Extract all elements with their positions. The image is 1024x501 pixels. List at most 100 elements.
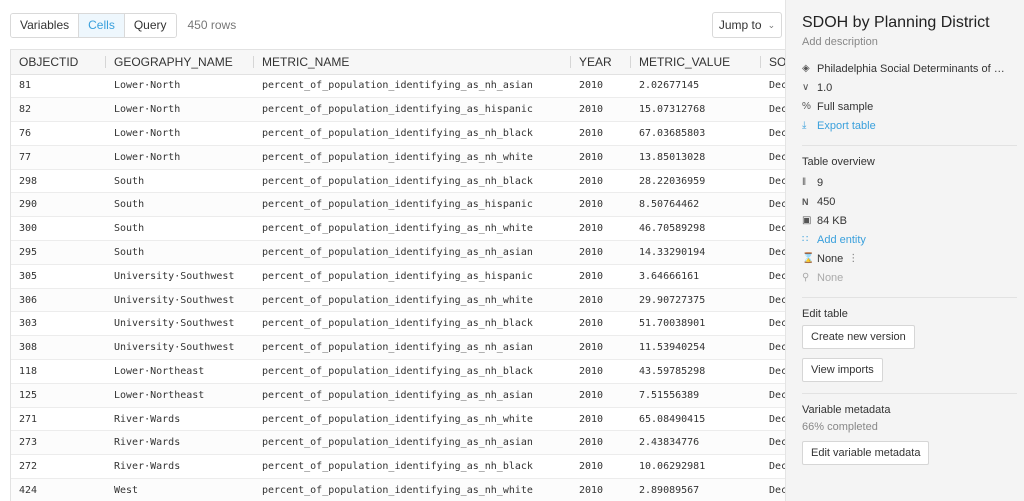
table-cell[interactable]: River·Wards <box>106 430 254 456</box>
table-cell[interactable]: 273 <box>11 430 106 456</box>
table-cell[interactable]: Dec <box>761 97 785 123</box>
table-cell[interactable]: 8.50764462 <box>631 192 761 218</box>
more-options-icon[interactable]: ⋮ <box>848 253 858 264</box>
table-cell[interactable]: 306 <box>11 288 106 313</box>
table-cell[interactable]: percent_of_population_identifying_as_nh_… <box>254 430 571 456</box>
table-cell[interactable]: 2010 <box>571 216 631 242</box>
jump-to-button[interactable]: Jump to ⌄ <box>712 12 782 38</box>
table-cell[interactable]: 51.70038901 <box>631 311 761 337</box>
table-cell[interactable]: 2.43834776 <box>631 430 761 456</box>
table-cell[interactable]: 81 <box>11 74 106 99</box>
table-cell[interactable]: 298 <box>11 169 106 194</box>
table-cell[interactable]: 2010 <box>571 430 631 456</box>
table-cell[interactable]: Lower·Northeast <box>106 383 254 408</box>
column-header[interactable]: OBJECTID <box>11 50 106 75</box>
table-cell[interactable]: 424 <box>11 478 106 501</box>
table-cell[interactable]: 10.06292981 <box>631 454 761 480</box>
table-cell[interactable]: Dec <box>761 288 785 313</box>
table-cell[interactable]: percent_of_population_identifying_as_nh_… <box>254 454 571 480</box>
table-cell[interactable]: percent_of_population_identifying_as_nh_… <box>254 359 571 384</box>
table-cell[interactable]: 2010 <box>571 478 631 501</box>
table-cell[interactable]: 2010 <box>571 145 631 170</box>
table-cell[interactable]: 11.53940254 <box>631 335 761 361</box>
table-cell[interactable]: South <box>106 240 254 265</box>
table-cell[interactable]: West <box>106 478 254 501</box>
table-cell[interactable]: 303 <box>11 311 106 337</box>
table-cell[interactable]: 2.02677145 <box>631 74 761 99</box>
table-cell[interactable]: Dec <box>761 311 785 337</box>
table-cell[interactable]: Dec <box>761 240 785 265</box>
table-cell[interactable]: Dec <box>761 359 785 384</box>
table-cell[interactable]: 2010 <box>571 383 631 408</box>
table-cell[interactable]: 2010 <box>571 288 631 313</box>
table-cell[interactable]: Dec <box>761 407 785 432</box>
column-header[interactable]: METRIC_VALUE <box>631 50 761 75</box>
table-cell[interactable]: percent_of_population_identifying_as_nh_… <box>254 121 571 146</box>
table-cell[interactable]: 2010 <box>571 97 631 123</box>
table-cell[interactable]: 118 <box>11 359 106 384</box>
table-cell[interactable]: 2010 <box>571 240 631 265</box>
table-cell[interactable]: Dec <box>761 430 785 456</box>
table-cell[interactable]: percent_of_population_identifying_as_nh_… <box>254 216 571 242</box>
table-cell[interactable]: percent_of_population_identifying_as_nh_… <box>254 407 571 432</box>
table-cell[interactable]: University·Southwest <box>106 264 254 289</box>
table-cell[interactable]: 2010 <box>571 169 631 194</box>
table-cell[interactable]: 2010 <box>571 454 631 480</box>
view-imports-button[interactable]: View imports <box>802 358 883 382</box>
table-cell[interactable]: 15.07312768 <box>631 97 761 123</box>
tab-variables[interactable]: Variables <box>11 13 80 37</box>
table-cell[interactable]: Dec <box>761 383 785 408</box>
column-header[interactable]: METRIC_NAME <box>254 50 571 75</box>
table-cell[interactable]: percent_of_population_identifying_as_nh_… <box>254 145 571 170</box>
dataset-link[interactable]: ◈ Philadelphia Social Determinants of … <box>802 59 1017 78</box>
table-cell[interactable]: 2010 <box>571 359 631 384</box>
table-cell[interactable]: 272 <box>11 454 106 480</box>
table-cell[interactable]: 2010 <box>571 264 631 289</box>
table-cell[interactable]: Dec <box>761 454 785 480</box>
table-cell[interactable]: percent_of_population_identifying_as_his… <box>254 192 571 218</box>
column-header[interactable]: SO <box>761 50 785 75</box>
table-cell[interactable]: Dec <box>761 478 785 501</box>
table-cell[interactable]: 2010 <box>571 335 631 361</box>
table-cell[interactable]: Lower·North <box>106 74 254 99</box>
table-cell[interactable]: Lower·North <box>106 121 254 146</box>
table-cell[interactable]: Dec <box>761 192 785 218</box>
table-cell[interactable]: percent_of_population_identifying_as_nh_… <box>254 288 571 313</box>
add-entity-link[interactable]: ∷ Add entity <box>802 230 1017 249</box>
table-cell[interactable]: 290 <box>11 192 106 218</box>
table-cell[interactable]: 65.08490415 <box>631 407 761 432</box>
table-cell[interactable]: 14.33290194 <box>631 240 761 265</box>
table-cell[interactable]: 2010 <box>571 121 631 146</box>
create-new-version-button[interactable]: Create new version <box>802 325 915 349</box>
table-cell[interactable]: Lower·Northeast <box>106 359 254 384</box>
edit-variable-metadata-button[interactable]: Edit variable metadata <box>802 441 930 465</box>
table-cell[interactable]: 2010 <box>571 74 631 99</box>
table-cell[interactable]: River·Wards <box>106 407 254 432</box>
table-cell[interactable]: Dec <box>761 145 785 170</box>
table-cell[interactable]: Dec <box>761 335 785 361</box>
table-cell[interactable]: 2.89089567 <box>631 478 761 501</box>
table-cell[interactable]: 76 <box>11 121 106 146</box>
table-cell[interactable]: percent_of_population_identifying_as_nh_… <box>254 74 571 99</box>
table-cell[interactable]: University·Southwest <box>106 311 254 337</box>
table-cell[interactable]: 2010 <box>571 311 631 337</box>
tab-query[interactable]: Query <box>124 13 176 37</box>
table-cell[interactable]: 46.70589298 <box>631 216 761 242</box>
table-cell[interactable]: Dec <box>761 169 785 194</box>
table-cell[interactable]: 77 <box>11 145 106 170</box>
table-cell[interactable]: University·Southwest <box>106 335 254 361</box>
table-cell[interactable]: Lower·North <box>106 97 254 123</box>
table-cell[interactable]: percent_of_population_identifying_as_nh_… <box>254 383 571 408</box>
table-cell[interactable]: 125 <box>11 383 106 408</box>
column-header[interactable]: YEAR <box>571 50 631 75</box>
table-cell[interactable]: 7.51556389 <box>631 383 761 408</box>
table-cell[interactable]: South <box>106 169 254 194</box>
export-table-link[interactable]: ⤓ Export table <box>802 116 1017 135</box>
table-cell[interactable]: Dec <box>761 216 785 242</box>
table-cell[interactable]: 271 <box>11 407 106 432</box>
add-description-link[interactable]: Add description <box>802 36 1017 48</box>
table-cell[interactable]: percent_of_population_identifying_as_nh_… <box>254 240 571 265</box>
table-cell[interactable]: 28.22036959 <box>631 169 761 194</box>
table-cell[interactable]: 43.59785298 <box>631 359 761 384</box>
table-cell[interactable]: percent_of_population_identifying_as_his… <box>254 97 571 123</box>
